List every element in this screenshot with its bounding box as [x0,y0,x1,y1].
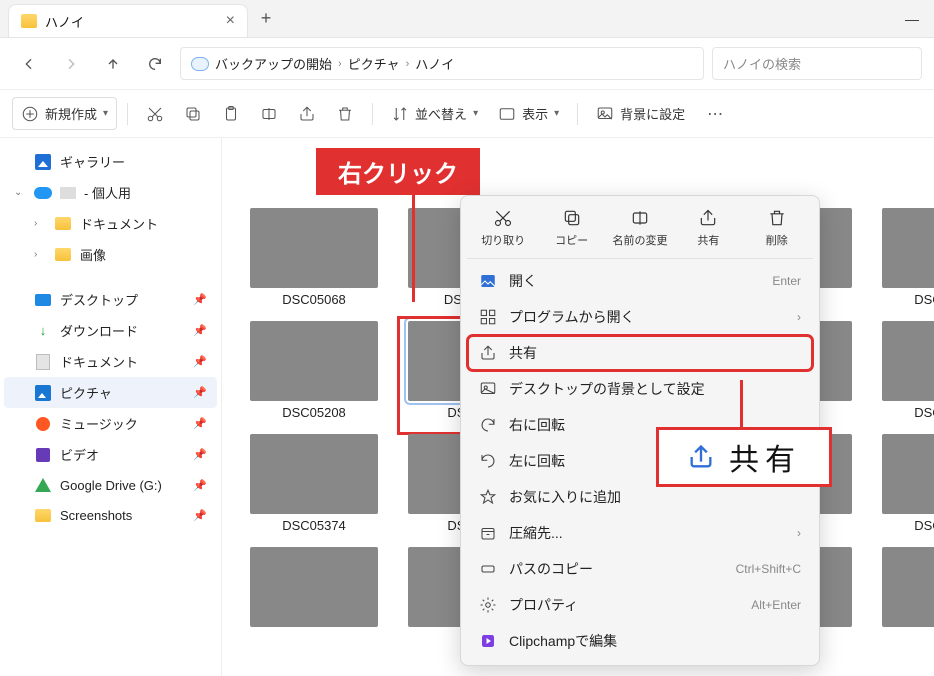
rotate-right-icon [479,416,497,434]
sidebar-item-documents[interactable]: ›ドキュメント [4,208,217,239]
chevron-right-icon: › [338,58,342,70]
pin-icon: 📌 [193,293,207,306]
view-button[interactable]: 表示 ▾ [490,98,567,129]
scissors-icon [146,105,164,123]
sidebar-item-downloads[interactable]: ↓ダウンロード📌 [4,315,217,346]
crumb-hanoi[interactable]: ハノイ [415,54,454,73]
delete-button[interactable] [328,99,362,129]
nav-row: バックアップの開始 › ピクチャ › ハノイ ハノイの検索 [0,38,934,90]
plus-icon [21,105,39,123]
sidebar-item-documents2[interactable]: ドキュメント📌 [4,346,217,377]
file-item[interactable]: DSC05208 [244,321,384,430]
chevron-right-icon: › [797,526,801,540]
sidebar-item-images[interactable]: ›画像 [4,239,217,270]
clipboard-icon [222,105,240,123]
ctx-share-top[interactable]: 共有 [677,208,739,248]
chevron-right-icon: › [797,310,801,324]
properties-icon [479,596,497,614]
crumb-backup[interactable]: バックアップの開始 [215,54,332,73]
ctx-compress[interactable]: 圧縮先...› [467,515,813,551]
gdrive-icon [35,478,51,492]
share-icon [479,344,497,362]
wallpaper-icon [479,380,497,398]
close-icon[interactable]: × [226,12,235,30]
annotation-line [412,192,415,302]
ctx-delete[interactable]: 削除 [746,208,808,248]
star-icon [479,488,497,506]
search-input[interactable]: ハノイの検索 [712,47,922,80]
rename-icon [260,105,278,123]
context-menu-topbar: 切り取り コピー 名前の変更 共有 削除 [467,202,813,259]
clipchamp-icon [479,632,497,650]
archive-icon [479,524,497,542]
ctx-properties[interactable]: プロパティAlt+Enter [467,587,813,623]
file-item[interactable]: DSC05186 [876,208,934,317]
annotation-rightclick: 右クリック [316,148,480,195]
sidebar-item-desktop[interactable]: デスクトップ📌 [4,284,217,315]
back-button[interactable] [12,47,46,81]
sidebar-item-videos[interactable]: ビデオ📌 [4,439,217,470]
sidebar-item-pictures[interactable]: ピクチャ📌 [4,377,217,408]
annotation-line [740,380,743,427]
download-icon: ↓ [34,322,52,340]
ctx-share[interactable]: 共有 [467,335,813,371]
breadcrumb[interactable]: バックアップの開始 › ピクチャ › ハノイ [180,47,704,80]
share-button[interactable] [290,99,324,129]
sidebar-item-onedrive[interactable]: ⌄- 個人用 [4,177,217,208]
refresh-button[interactable] [138,47,172,81]
paste-button[interactable] [214,99,248,129]
window-title: ハノイ [45,12,84,31]
ctx-copy[interactable]: コピー [541,208,603,248]
chevron-right-icon: › [406,58,410,70]
cloud-icon [191,57,209,71]
sidebar-item-gallery[interactable]: ギャラリー [4,146,217,177]
window-tab[interactable]: ハノイ × [8,4,248,37]
file-item[interactable]: DSC05271 [876,321,934,430]
picture-icon [479,272,497,290]
ctx-cut[interactable]: 切り取り [472,208,534,248]
ctx-set-wallpaper[interactable]: デスクトップの背景として設定 [467,371,813,407]
copy-button[interactable] [176,99,210,129]
ctx-clipchamp[interactable]: Clipchampで編集 [467,623,813,659]
share-icon [298,105,316,123]
sort-button[interactable]: 並べ替え ▾ [383,98,486,129]
file-item[interactable] [244,547,384,627]
trash-icon [336,105,354,123]
set-background-button[interactable]: 背景に設定 [588,98,693,129]
view-icon [498,105,516,123]
toolbar: 新規作成 ▾ 並べ替え ▾ 表示 ▾ 背景に設定 ⋯ [0,90,934,138]
copy-icon [184,105,202,123]
new-button[interactable]: 新規作成 ▾ [12,97,117,130]
forward-button[interactable] [54,47,88,81]
titlebar: ハノイ × + — [0,0,934,38]
folder-icon [21,14,37,28]
path-icon [479,560,497,578]
rotate-left-icon [479,452,497,470]
file-item[interactable]: DSC05374 [244,434,384,543]
chevron-down-icon: ▾ [103,108,108,119]
file-item[interactable]: DSC05445 [876,434,934,543]
new-tab-button[interactable]: + [248,0,284,37]
ctx-open[interactable]: 開くEnter [467,263,813,299]
sidebar-item-music[interactable]: ミュージック📌 [4,408,217,439]
sidebar-item-gdrive[interactable]: Google Drive (G:)📌 [4,470,217,500]
file-item[interactable] [876,547,934,627]
minimize-button[interactable]: — [890,0,934,37]
sort-icon [391,105,409,123]
apps-icon [479,308,497,326]
file-item[interactable]: DSC05068 [244,208,384,317]
more-button[interactable]: ⋯ [697,104,735,124]
annotation-share: 共有 [656,427,832,487]
wallpaper-icon [596,105,614,123]
ctx-copy-path[interactable]: パスのコピーCtrl+Shift+C [467,551,813,587]
sidebar: ギャラリー ⌄- 個人用 ›ドキュメント ›画像 デスクトップ📌 ↓ダウンロード… [0,138,222,676]
sidebar-item-screenshots[interactable]: Screenshots📌 [4,500,217,530]
up-button[interactable] [96,47,130,81]
rename-button[interactable] [252,99,286,129]
window-controls: — [890,0,934,37]
cut-button[interactable] [138,99,172,129]
crumb-pictures[interactable]: ピクチャ [348,54,400,73]
ctx-open-with[interactable]: プログラムから開く› [467,299,813,335]
ctx-rename[interactable]: 名前の変更 [609,208,671,248]
